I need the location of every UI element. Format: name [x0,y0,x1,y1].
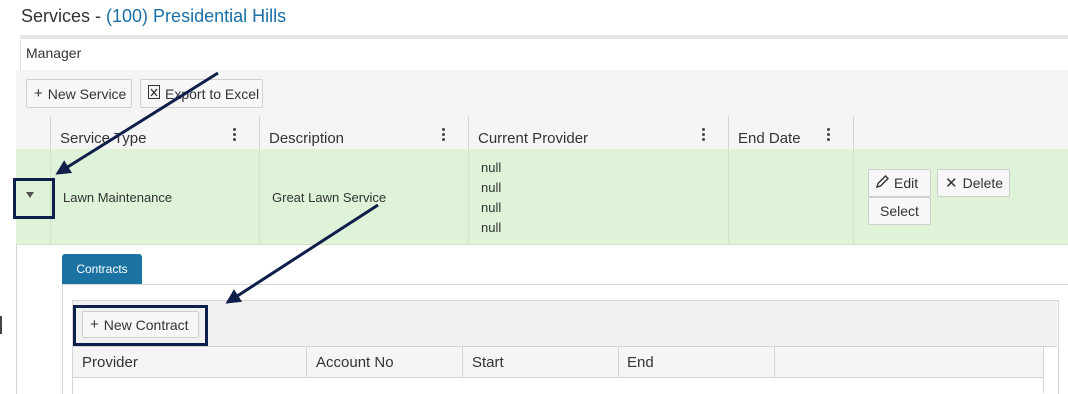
arrow-to-new-contract [225,203,379,304]
annotation-arrows [55,71,379,304]
arrow-to-expand [55,71,219,175]
